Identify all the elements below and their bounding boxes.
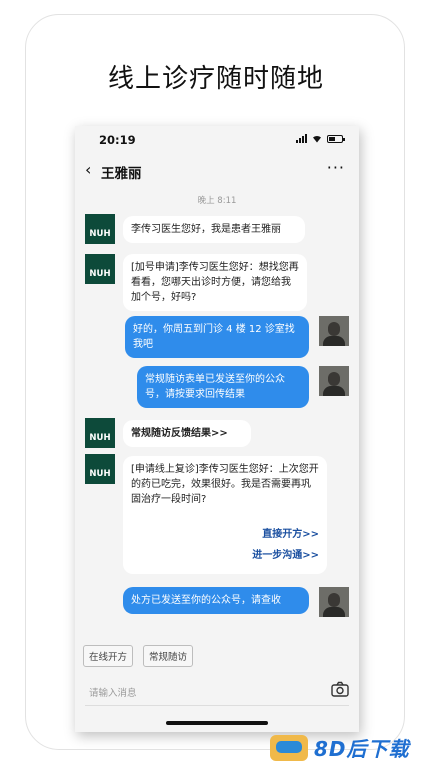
patient-avatar[interactable] [319,366,349,396]
message-timestamp: 晚上 8:11 [197,196,237,206]
doctor-avatar[interactable]: NUH [85,214,115,244]
doctor-avatar[interactable]: NUH [85,254,115,284]
back-icon[interactable]: ‹ [85,160,91,179]
prescribe-link[interactable]: 直接开方>> [131,527,319,542]
message-input[interactable]: 请输入消息 [89,685,137,699]
camera-icon[interactable] [331,681,349,697]
status-icons [296,134,345,143]
patient-avatar[interactable] [319,587,349,617]
headline: 线上诊疗随时随地 [107,64,324,94]
followup-result-link[interactable]: 常规随访反馈结果>> [123,420,251,447]
message-bubble-outgoing: 好的，你周五到门诊 4 楼 12 诊室找我吧 [125,316,309,358]
watermark-text: 8D后下载 [314,737,410,761]
doctor-avatar[interactable]: NUH [85,418,115,448]
doctor-avatar[interactable]: NUH [85,454,115,484]
wifi-icon [313,135,321,143]
battery-icon [327,134,345,143]
status-bar: 20:19 [75,126,359,154]
message-bubble: 李传习医生您好，我是患者王雅丽 [123,216,305,243]
watermark-logo-icon [270,734,308,761]
watermark: 8D后下载 [270,733,410,762]
routine-followup-button[interactable]: 常规随访 [143,645,194,667]
status-time: 20:19 [99,133,136,147]
phone-screen: 20:19 ‹ 王雅丽 ··· 晚上 8:11 NUH 李传习医生您好，我是患者… [75,126,359,732]
quick-actions: 在线开方 常规随访 [83,645,194,667]
home-indicator [166,721,268,725]
patient-avatar[interactable] [319,316,349,346]
message-input-bar[interactable]: 请输入消息 [85,681,349,706]
message-bubble: [加号申请]李传习医生您好：想找您再看看，您哪天出诊时方便，请您给我加个号，好吗… [123,254,307,311]
contact-name: 王雅丽 [101,166,142,182]
revisit-text: [申请线上复诊]李传习医生您好：上次您开的药已吃完，效果很好。我是否需要再巩固治… [131,464,319,505]
further-communication-link[interactable]: 进一步沟通>> [131,548,319,563]
message-bubble-outgoing: 处方已发送至你的公众号，请查收 [123,587,309,614]
online-prescription-button[interactable]: 在线开方 [83,645,134,667]
signal-icon [296,134,307,143]
message-bubble-outgoing: 常规随访表单已发送至你的公众号，请按要求回传结果 [137,366,309,408]
chat-header: ‹ 王雅丽 ··· [75,156,359,184]
more-icon[interactable]: ··· [327,158,345,177]
message-bubble-revisit: [申请线上复诊]李传习医生您好：上次您开的药已吃完，效果很好。我是否需要再巩固治… [123,456,327,574]
